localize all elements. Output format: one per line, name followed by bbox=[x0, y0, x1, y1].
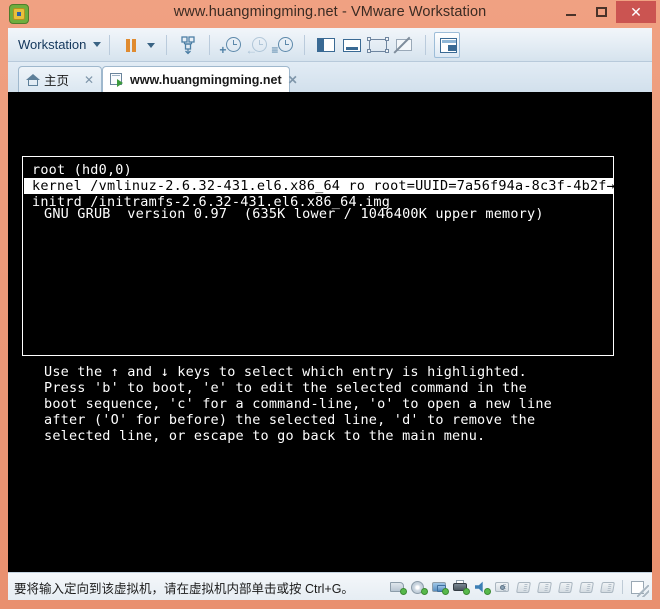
vm-powered-on-icon bbox=[110, 72, 125, 87]
home-icon bbox=[26, 73, 40, 86]
usb-device-4-icon[interactable] bbox=[577, 578, 596, 596]
show-library-button[interactable] bbox=[313, 32, 339, 58]
thumbnail-bar-icon bbox=[440, 37, 458, 53]
cd-dvd-icon[interactable] bbox=[409, 578, 428, 596]
vmware-workstation-window: www.huangmingming.net - VMware Workstati… bbox=[0, 0, 660, 609]
usb-device-3-icon[interactable] bbox=[556, 578, 575, 596]
pause-dropdown-button[interactable] bbox=[144, 32, 158, 58]
usb-device-5-icon[interactable] bbox=[598, 578, 617, 596]
tab-home[interactable]: 主页 ✕ bbox=[18, 66, 102, 92]
close-icon: ✕ bbox=[630, 3, 642, 20]
maximize-icon bbox=[586, 1, 616, 23]
title-bar: www.huangmingming.net - VMware Workstati… bbox=[0, 0, 660, 28]
pause-button[interactable] bbox=[118, 32, 144, 58]
workstation-menu-button[interactable]: Workstation bbox=[18, 37, 102, 52]
revert-snapshot-button: ← bbox=[244, 32, 270, 58]
usb-device-icon[interactable] bbox=[514, 578, 533, 596]
toolbar: Workstation + ← ≡ bbox=[8, 28, 652, 62]
toolbar-separator bbox=[304, 34, 306, 55]
grub-help-text: Use the ↑ and ↓ keys to select which ent… bbox=[44, 364, 552, 444]
tray-separator bbox=[622, 580, 623, 594]
pause-icon bbox=[126, 38, 131, 52]
workstation-menu-label: Workstation bbox=[18, 37, 87, 52]
minimize-button[interactable] bbox=[556, 1, 586, 23]
snapshot-add-icon bbox=[226, 36, 242, 52]
status-bar: 要将输入定向到该虚拟机，请在虚拟机内部单击或按 Ctrl+G。 bbox=[8, 572, 652, 600]
chevron-down-icon bbox=[147, 42, 156, 48]
resize-grip-icon[interactable] bbox=[637, 585, 649, 597]
usb-device-2-icon[interactable] bbox=[535, 578, 554, 596]
network-adapter-icon[interactable] bbox=[430, 578, 449, 596]
toolbar-separator bbox=[209, 34, 211, 55]
grub-entry-root[interactable]: root (hd0,0) bbox=[24, 162, 132, 178]
grub-entry-kernel[interactable]: kernel /vmlinuz-2.6.32-431.el6.x86_64 ro… bbox=[24, 178, 615, 194]
device-tray bbox=[387, 576, 648, 598]
unity-mode-button[interactable] bbox=[391, 32, 417, 58]
close-button[interactable]: ✕ bbox=[616, 1, 656, 23]
chevron-down-icon bbox=[93, 42, 102, 47]
tab-home-close-icon[interactable]: ✕ bbox=[78, 73, 94, 87]
library-panel-icon bbox=[317, 37, 336, 52]
hard-disk-icon[interactable] bbox=[388, 578, 407, 596]
tab-home-label: 主页 bbox=[44, 74, 70, 88]
status-message: 要将输入定向到该虚拟机，请在虚拟机内部单击或按 Ctrl+G。 bbox=[14, 582, 354, 596]
tab-vm-close-icon[interactable]: ✕ bbox=[282, 73, 298, 87]
grub-entry-initrd[interactable]: initrd /initramfs-2.6.32-431.el6.x86_64.… bbox=[24, 194, 390, 210]
fullscreen-button[interactable] bbox=[365, 32, 391, 58]
vm-console-screen[interactable]: GNU GRUB version 0.97 (635K lower / 1046… bbox=[8, 92, 652, 572]
tab-vm-label: www.huangmingming.net bbox=[130, 72, 282, 87]
snapshot-manager-icon bbox=[278, 36, 294, 52]
toolbar-separator bbox=[166, 34, 168, 55]
tab-bar: 主页 ✕ www.huangmingming.net ✕ bbox=[8, 62, 652, 92]
toolbar-separator bbox=[425, 34, 427, 55]
keyboard-send-icon bbox=[181, 35, 196, 54]
console-view-icon bbox=[343, 38, 362, 52]
printer-icon[interactable] bbox=[451, 578, 470, 596]
take-snapshot-button[interactable]: + bbox=[218, 32, 244, 58]
console-view-button[interactable] bbox=[339, 32, 365, 58]
camera-icon[interactable] bbox=[493, 578, 512, 596]
grub-menu-box: root (hd0,0) kernel /vmlinuz-2.6.32-431.… bbox=[22, 156, 615, 356]
show-thumbnail-bar-button[interactable] bbox=[434, 31, 461, 58]
send-ctrl-alt-del-button[interactable] bbox=[175, 32, 201, 58]
minimize-icon bbox=[556, 1, 586, 23]
snapshot-manager-button[interactable]: ≡ bbox=[270, 32, 296, 58]
toolbar-separator bbox=[109, 34, 111, 55]
sound-card-icon[interactable] bbox=[472, 578, 491, 596]
maximize-button[interactable] bbox=[586, 1, 616, 23]
tab-vm-huangmingming[interactable]: www.huangmingming.net ✕ bbox=[102, 66, 298, 92]
